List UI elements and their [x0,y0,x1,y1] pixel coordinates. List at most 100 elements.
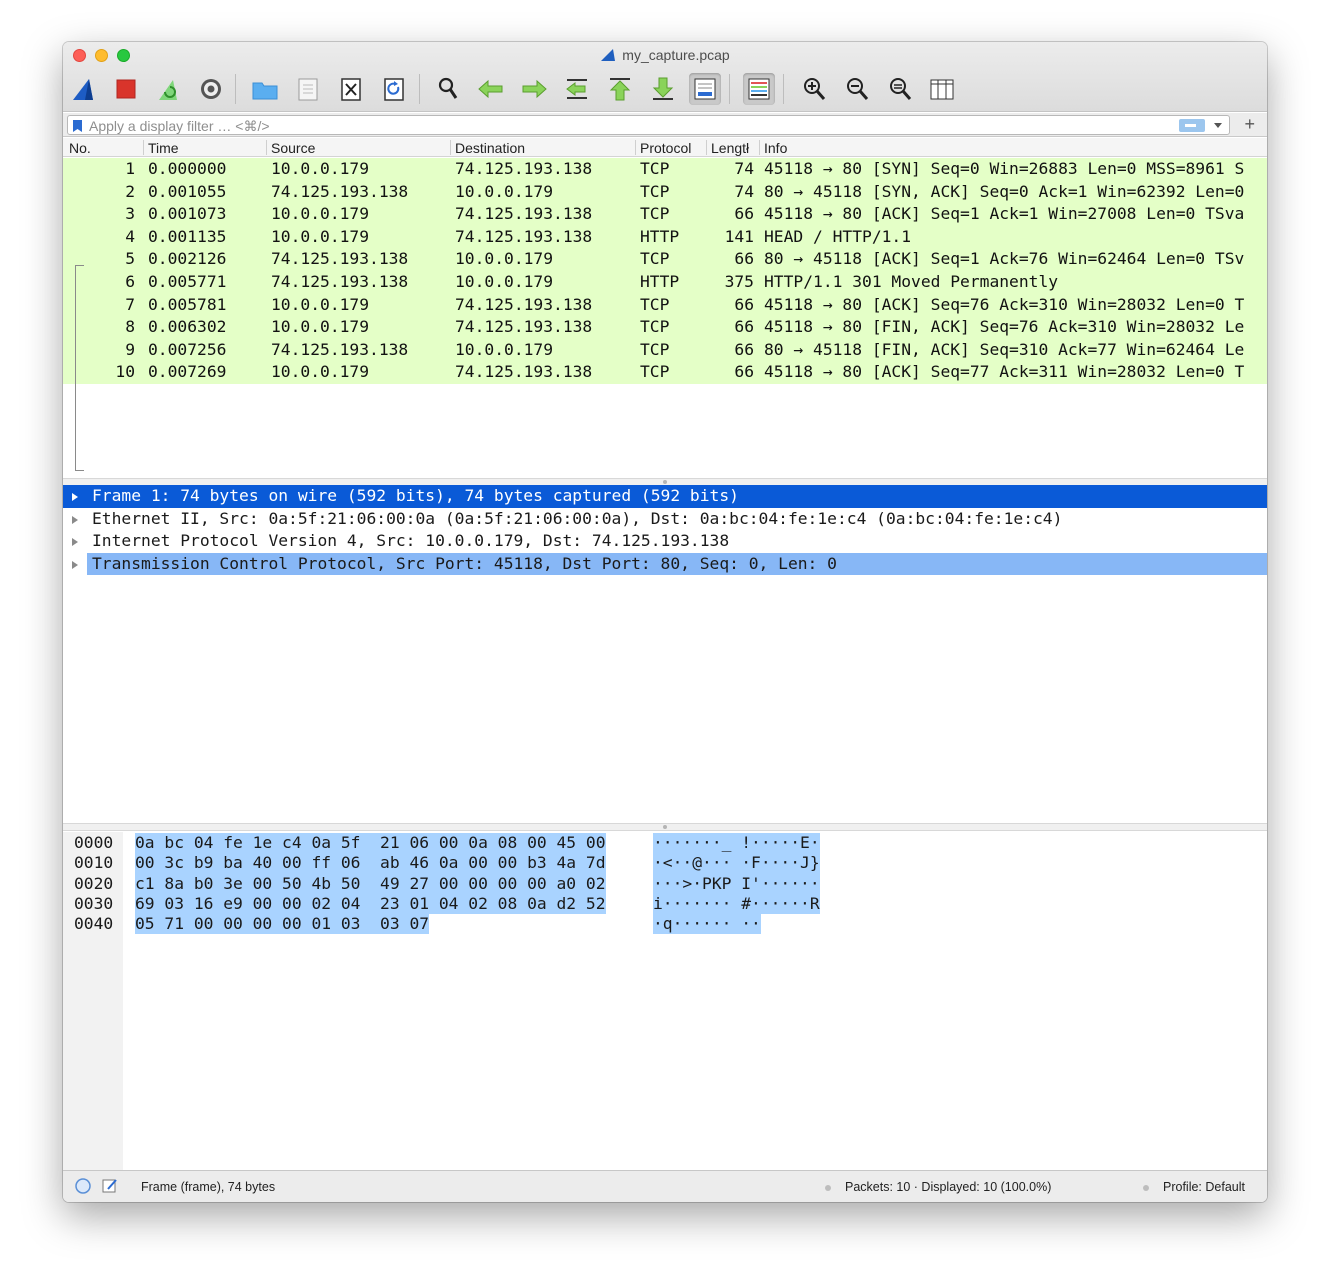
cell-source: 74.125.193.138 [271,181,409,201]
cell-destination: 10.0.0.179 [455,339,554,359]
cell-info: 45118 → 80 [ACK] Seq=1 Ack=1 Win=27008 L… [764,204,1245,224]
first-packet-icon[interactable] [604,73,636,105]
resize-columns-icon[interactable] [926,73,958,105]
cell-length: 74 [734,181,754,201]
cell-source: 10.0.0.179 [271,226,370,246]
cell-info: 45118 → 80 [ACK] Seq=76 Ack=310 Win=2803… [764,294,1245,314]
detail-row-ip[interactable]: Internet Protocol Version 4, Src: 10.0.0… [63,530,1267,553]
packet-bytes-pane: 0000 0a bc 04 fe 1e c4 0a 5f 21 06 00 0a … [63,832,1267,1170]
byte-offset: 0010 [74,853,114,873]
cell-source: 10.0.0.179 [271,159,370,178]
column-header-no[interactable]: No. [69,140,91,156]
status-profile[interactable]: Profile: Default [1163,1180,1245,1194]
cell-info: HEAD / HTTP/1.1 [764,226,912,246]
cell-time: 0.007269 [148,362,227,382]
detail-row-frame[interactable]: Frame 1: 74 bytes on wire (592 bits), 74… [63,485,1267,508]
wireshark-window: my_capture.pcap Apply a display filter …… [63,42,1267,1202]
cell-time: 0.001055 [148,181,227,201]
last-packet-icon[interactable] [647,73,679,105]
byte-ascii[interactable]: ·<··@··· ·F····J} [653,853,820,874]
byte-hex[interactable]: 0a bc 04 fe 1e c4 0a 5f 21 06 00 0a 08 0… [135,833,606,854]
cell-protocol: HTTP [640,272,680,291]
table-row[interactable]: 3 0.001073 10.0.0.179 74.125.193.138 TCP 66 45… [63,203,1267,226]
byte-hex[interactable]: 69 03 16 e9 00 00 02 04 23 01 04 02 08 0… [135,893,606,915]
byte-row: 0040 05 71 00 00 00 00 01 03 03 07 ·q·····… [63,914,1267,935]
cell-destination: 10.0.0.179 [455,272,554,291]
column-header-info[interactable]: Info [764,140,787,156]
expand-arrow-icon[interactable] [72,493,78,501]
byte-ascii[interactable]: ·······_ !·····E· [653,833,820,854]
capture-comment-icon[interactable] [101,1177,119,1198]
byte-hex[interactable]: c1 8a b0 3e 00 50 4b 50 49 27 00 00 00 0… [135,873,606,894]
filter-history-chevron-down-icon[interactable] [1214,123,1222,128]
cell-time: 0.000000 [148,159,227,178]
column-header-source[interactable]: Source [271,140,315,156]
cell-source: 10.0.0.179 [271,317,370,337]
expert-info-icon[interactable] [74,1177,92,1198]
start-capture-icon[interactable] [68,73,100,105]
window-title-bar: my_capture.pcap [63,47,1267,65]
table-row[interactable]: 5 0.002126 74.125.193.138 10.0.0.179 TCP 66 80… [63,248,1267,271]
filter-placeholder: Apply a display filter … <⌘/> [89,118,270,134]
column-header-destination[interactable]: Destination [455,140,525,156]
status-bar: Frame (frame), 74 bytes Packets: 10 · Di… [63,1170,1267,1202]
table-row[interactable]: 2 0.001055 74.125.193.138 10.0.0.179 TCP 74 80… [63,180,1267,204]
byte-hex[interactable]: 05 71 00 00 00 00 01 03 03 07 [135,914,430,935]
column-header-time[interactable]: Time [148,140,179,156]
column-header-protocol[interactable]: Protocol [640,140,691,156]
go-back-icon[interactable] [475,73,507,105]
colorize-icon[interactable] [743,73,775,105]
table-row[interactable]: 10 0.007269 10.0.0.179 74.125.193.138 TCP 66 4… [63,361,1267,384]
window-title: my_capture.pcap [622,47,730,63]
table-row[interactable]: 1 0.000000 10.0.0.179 74.125.193.138 TCP 74 45… [63,158,1267,181]
cell-no: 2 [125,181,135,201]
table-row[interactable]: 7 0.005781 10.0.0.179 74.125.193.138 TCP 66 45… [63,293,1267,317]
cell-info: 45118 → 80 [FIN, ACK] Seq=76 Ack=310 Win… [764,317,1245,337]
add-filter-button[interactable]: + [1244,114,1255,135]
close-file-icon[interactable] [335,73,367,105]
find-packet-icon[interactable] [432,73,464,105]
expand-arrow-icon[interactable] [72,538,78,547]
zoom-out-icon[interactable] [841,73,873,105]
cell-destination: 74.125.193.138 [455,159,593,178]
cell-no: 10 [115,362,135,382]
cell-length: 141 [724,226,754,246]
cell-length: 66 [734,294,754,314]
cell-protocol: TCP [640,317,670,337]
detail-row-ethernet[interactable]: Ethernet II, Src: 0a:5f:21:06:00:0a (0a:… [63,508,1267,531]
table-row[interactable]: 6 0.005771 74.125.193.138 10.0.0.179 HTTP 375… [63,271,1267,294]
byte-ascii[interactable]: ···>·PKP I'······ [653,873,820,894]
table-row[interactable]: 9 0.007256 74.125.193.138 10.0.0.179 TCP 66 80… [63,338,1267,362]
expand-arrow-icon[interactable] [72,515,78,524]
byte-ascii[interactable]: ·q······ ·· [653,914,761,935]
cell-source: 10.0.0.179 [271,294,370,314]
cell-no: 5 [125,249,135,269]
stop-capture-icon[interactable] [110,73,142,105]
detail-row-tcp[interactable]: Transmission Control Protocol, Src Port:… [63,552,1267,576]
display-filter-input[interactable]: Apply a display filter … <⌘/> [67,115,1230,135]
reload-file-icon[interactable] [378,73,410,105]
table-row[interactable]: 8 0.006302 10.0.0.179 74.125.193.138 TCP 66 45… [63,316,1267,339]
normal-size-icon[interactable] [884,73,916,105]
save-file-icon[interactable] [292,73,324,105]
table-row[interactable]: 4 0.001135 10.0.0.179 74.125.193.138 HTTP 141… [63,225,1267,249]
expand-arrow-icon[interactable] [72,560,78,569]
open-file-icon[interactable] [249,73,281,105]
cell-destination: 74.125.193.138 [455,226,593,246]
go-to-packet-icon[interactable] [561,73,593,105]
restart-capture-icon[interactable] [153,73,185,105]
capture-options-icon[interactable] [195,73,227,105]
zoom-in-icon[interactable] [798,73,830,105]
cell-info: 45118 → 80 [SYN] Seq=0 Win=26883 Len=0 M… [764,159,1245,178]
cell-protocol: TCP [640,181,670,201]
pane-splitter-bottom[interactable] [63,823,1267,831]
apply-filter-arrow-icon[interactable] [1179,119,1205,132]
autoscroll-icon[interactable] [689,73,721,105]
bookmark-icon[interactable] [72,119,83,138]
cell-no: 9 [125,339,135,359]
go-forward-icon[interactable] [518,73,550,105]
cell-info: 80 → 45118 [ACK] Seq=1 Ack=76 Win=62464 … [764,249,1245,269]
byte-hex[interactable]: 00 3c b9 ba 40 00 ff 06 ab 46 0a 00 00 b… [135,853,606,874]
column-header-length[interactable]: Lengtł [711,140,759,156]
byte-ascii[interactable]: i······· #······R [653,893,820,915]
